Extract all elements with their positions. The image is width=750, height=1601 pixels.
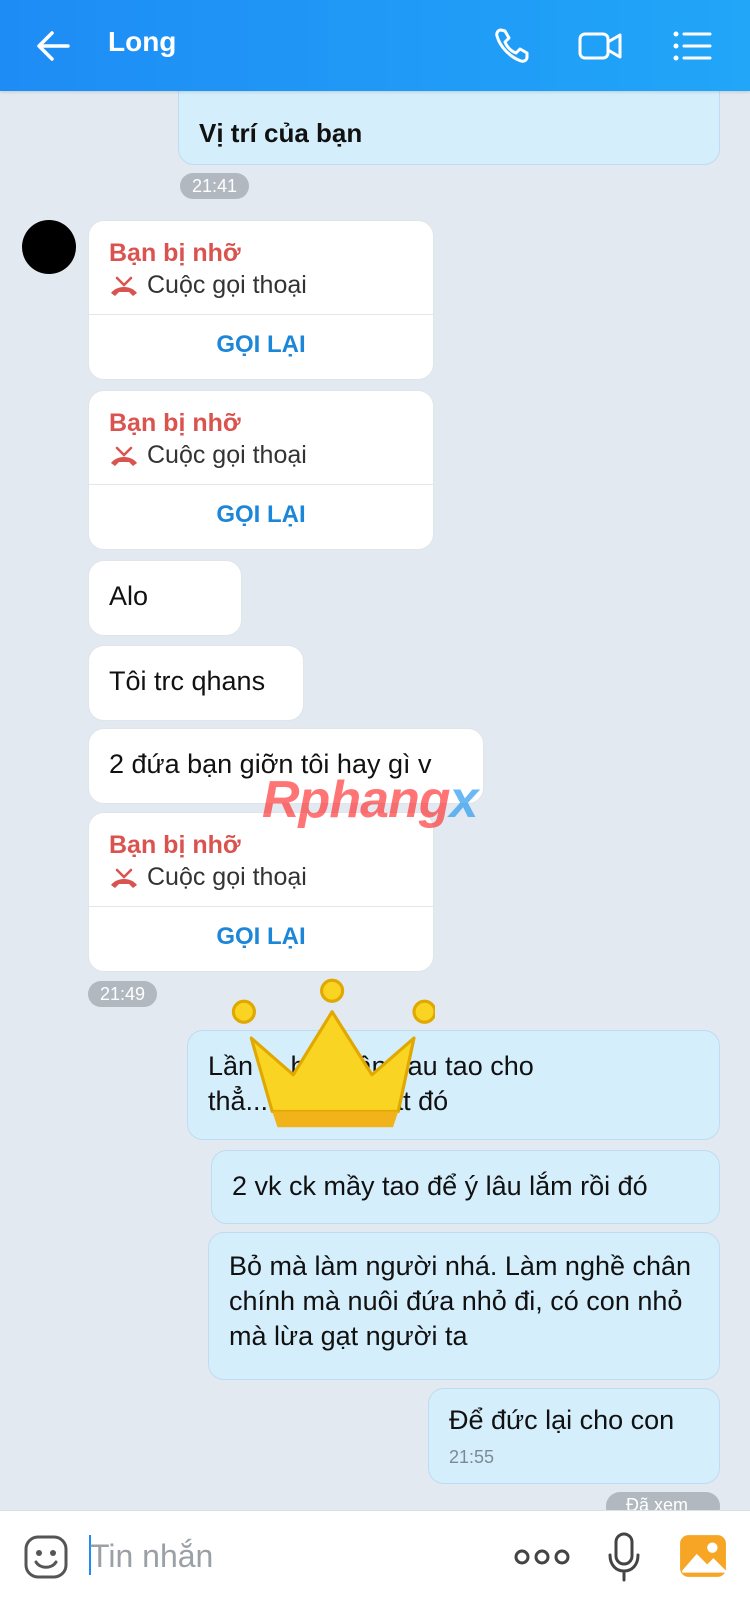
- incoming-message[interactable]: Alo: [88, 560, 242, 636]
- missed-call-subtitle: Cuộc gọi thoại: [109, 863, 307, 892]
- missed-call-title: Bạn bị nhỡ: [109, 409, 241, 437]
- missed-call-subtitle: Cuộc gọi thoại: [109, 441, 307, 470]
- message-text: 2 vk ck mầy tao để ý lâu lắm rồi đó: [232, 1171, 648, 1201]
- location-text: Vị trí của bạn: [199, 118, 363, 148]
- chat-header: Long: [0, 0, 750, 91]
- crown-sticker-icon: [231, 978, 435, 1128]
- timestamp-chip: 21:49: [88, 981, 158, 1007]
- missed-call-type: Cuộc gọi thoại: [147, 863, 307, 891]
- call-back-button[interactable]: GỌI LẠI: [89, 923, 433, 951]
- message-text: Alo: [109, 581, 149, 611]
- contact-name[interactable]: Long: [108, 26, 176, 58]
- avatar[interactable]: [22, 220, 76, 274]
- call-back-button[interactable]: GỌI LẠI: [89, 501, 433, 529]
- message-text: Để đức lại cho con: [449, 1405, 675, 1435]
- message-timestamp: 21:55: [449, 1447, 495, 1467]
- missed-call-icon: [111, 276, 137, 296]
- outgoing-message[interactable]: Để đức lại cho con 21:55: [428, 1388, 720, 1484]
- outgoing-message[interactable]: 2 vk ck mầy tao để ý lâu lắm rồi đó: [211, 1150, 720, 1224]
- message-input-bar: Tin nhắn: [0, 1510, 750, 1601]
- divider: [89, 314, 433, 315]
- missed-call-icon: [111, 868, 137, 888]
- missed-call-icon: [111, 446, 137, 466]
- more-options-icon[interactable]: [514, 1547, 570, 1567]
- call-back-button[interactable]: GỌI LẠI: [89, 331, 433, 359]
- missed-call-card: Bạn bị nhỡ Cuộc gọi thoại GỌI LẠI: [88, 390, 434, 550]
- missed-call-type: Cuộc gọi thoại: [147, 441, 307, 469]
- microphone-icon[interactable]: [604, 1531, 644, 1583]
- missed-call-card: Bạn bị nhỡ Cuộc gọi thoại GỌI LẠI: [88, 812, 434, 972]
- back-arrow-icon[interactable]: [30, 22, 78, 70]
- message-text: Bỏ mà làm người nhá. Làm nghề chân chính…: [229, 1251, 692, 1351]
- watermark-logo: Rphangx: [262, 771, 478, 829]
- message-text: Tôi trc qhans: [109, 666, 266, 696]
- divider: [89, 484, 433, 485]
- phone-icon[interactable]: [488, 22, 536, 70]
- divider: [89, 906, 433, 907]
- timestamp-chip: 21:41: [180, 173, 250, 199]
- missed-call-card: Bạn bị nhỡ Cuộc gọi thoại GỌI LẠI: [88, 220, 434, 380]
- image-icon[interactable]: [678, 1531, 728, 1581]
- sticker-icon[interactable]: [22, 1533, 70, 1581]
- missed-call-title: Bạn bị nhỡ: [109, 239, 241, 267]
- outgoing-message[interactable]: Bỏ mà làm người nhá. Làm nghề chân chính…: [208, 1232, 720, 1380]
- missed-call-type: Cuộc gọi thoại: [147, 271, 307, 299]
- video-camera-icon[interactable]: [576, 22, 624, 70]
- list-menu-icon[interactable]: [668, 22, 716, 70]
- missed-call-subtitle: Cuộc gọi thoại: [109, 271, 307, 300]
- missed-call-title: Bạn bị nhỡ: [109, 831, 241, 859]
- message-input[interactable]: Tin nhắn: [90, 1538, 213, 1575]
- incoming-message[interactable]: Tôi trc qhans: [88, 645, 304, 721]
